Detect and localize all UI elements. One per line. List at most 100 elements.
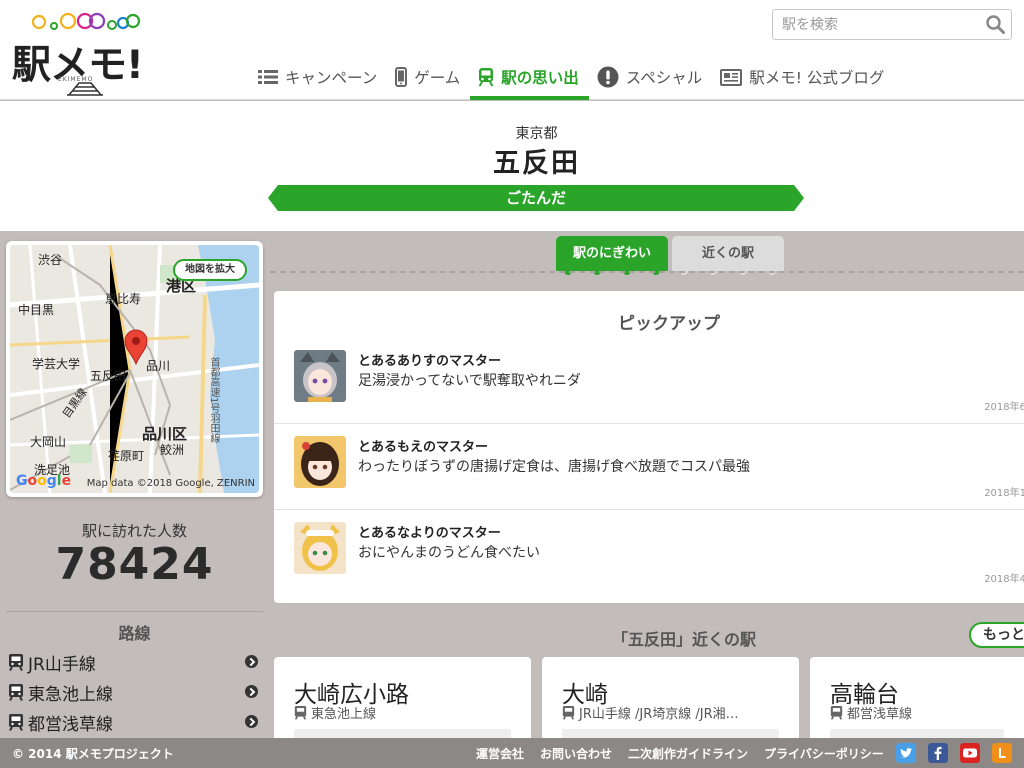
post-date: 2018年6月 [984, 402, 1024, 413]
search-input[interactable] [773, 10, 978, 39]
nearby-station-card[interactable]: 大崎 JR山手線 /JR埼京線 /JR湘… [542, 657, 799, 747]
avatar [294, 522, 346, 574]
map-label-gotanda: 五反田 [90, 369, 127, 383]
visitor-stats: 駅に訪れた人数 78424 [6, 520, 263, 589]
train-icon [562, 706, 575, 720]
map-expand-button[interactable]: 地図を拡大 [173, 259, 247, 281]
rail-strip [270, 271, 1024, 277]
pickup-post[interactable]: とあるなよりのマスター おにやんまのうどん食べたい 2018年4月 [294, 522, 1024, 608]
main-nav: キャンペーン ゲーム 駅の思い出 スペシャル 駅メモ! 公式ブログ [250, 58, 894, 100]
route-label: 都営浅草線 [28, 714, 113, 735]
post-author: とあるありすのマスター [358, 354, 502, 369]
nav-official-blog[interactable]: 駅メモ! 公式ブログ [712, 58, 894, 96]
nearby-station-lines-text: 東急池上線 [311, 707, 377, 722]
nav-label: スペシャル [625, 69, 703, 87]
exclamation-icon [597, 66, 619, 88]
nav-game[interactable]: ゲーム [387, 58, 470, 96]
footer-link-company[interactable]: 運営会社 [476, 745, 524, 762]
nav-special[interactable]: スペシャル [589, 58, 712, 96]
footer-link-fanwork-guideline[interactable]: 二次創作ガイドライン [628, 745, 748, 762]
map-label-samezu: 鮫洲 [160, 443, 185, 457]
train-icon [294, 706, 307, 720]
map-credit: Map data ©2018 Google, ZENRIN [86, 478, 255, 489]
map-label-nakameguro: 中目黒 [18, 303, 55, 317]
visitor-label: 駅に訪れた人数 [81, 522, 187, 540]
footer-link-contact[interactable]: お問い合わせ [540, 745, 612, 762]
map-label-gakugeidaigaku: 学芸大学 [32, 357, 81, 371]
tab-station-activity[interactable]: 駅のにぎわい [556, 236, 668, 275]
site-footer: © 2014 駅メモプロジェクト 運営会社 お問い合わせ 二次創作ガイドライン … [0, 738, 1024, 768]
nearby-station-lines-text: JR山手線 /JR埼京線 /JR湘… [579, 707, 739, 722]
tab-nearby-stations[interactable]: 近くの駅 [672, 236, 784, 275]
map-label-ooka: 大岡山 [30, 435, 67, 449]
routes-title: 路線 [118, 624, 151, 643]
nearby-station-card[interactable]: 大崎広小路 東急池上線 [274, 657, 531, 747]
nav-label: 駅の思い出 [501, 69, 579, 87]
nearby-station-lines-text: 都営浅草線 [847, 707, 913, 722]
chevron-right-icon [245, 655, 258, 668]
map-label-ebara: 荏原町 [108, 449, 145, 463]
post-text: おにやんまのうどん食べたい [358, 545, 540, 561]
character-avatar-icon [294, 522, 346, 574]
train-icon [830, 706, 843, 720]
tab-label: 近くの駅 [701, 246, 754, 261]
site-header: 駅メモ! EKIMEMO キャンペーン [0, 0, 1024, 100]
post-text: わったりぼうずの唐揚げ定食は、唐揚げ食べ放題でコスパ最強 [358, 459, 750, 475]
copyright: © 2014 駅メモプロジェクト [12, 747, 174, 761]
tab-label: 駅のにぎわい [572, 246, 651, 261]
chevron-right-icon [245, 685, 258, 698]
chevron-right-icon [245, 715, 258, 728]
nearby-title: 「五反田」近くの駅 [611, 630, 756, 649]
nav-label: 駅メモ! 公式ブログ [749, 69, 885, 87]
post-date: 2018年1月 [984, 488, 1024, 499]
more-button[interactable]: もっと [969, 622, 1024, 648]
youtube-icon[interactable] [960, 743, 980, 763]
post-text: 足湯浸かってないで駅奪取やれニダ [358, 373, 581, 389]
divider [6, 611, 263, 612]
pickup-title: ピックアップ [618, 314, 720, 334]
visitor-count: 78424 [55, 539, 214, 590]
nearby-station-lines: JR山手線 /JR埼京線 /JR湘… [562, 703, 782, 722]
prefecture-label: 東京都 [515, 126, 558, 142]
list-icon [258, 70, 278, 84]
nearby-station-lines: 東急池上線 [294, 703, 514, 722]
character-avatar-icon [294, 350, 346, 402]
nav-label: ゲーム [414, 69, 461, 87]
map-label-ebisu: 恵比寿 [105, 292, 142, 306]
logo-rings-icon [31, 12, 140, 30]
station-hero: 東京都 五反田 ごたんだ [0, 101, 1024, 231]
route-label: 東急池上線 [28, 684, 113, 705]
train-icon [478, 68, 494, 87]
nav-label: キャンペーン [285, 69, 378, 87]
nav-campaign[interactable]: キャンペーン [250, 58, 387, 96]
route-item[interactable]: 都営浅草線 [8, 709, 260, 735]
train-icon [9, 714, 23, 731]
post-author: とあるなよりのマスター [358, 526, 501, 541]
google-logo: Google [16, 473, 72, 489]
post-author: とあるもえのマスター [358, 440, 489, 455]
nearby-station-card[interactable]: 高輪台 都営浅草線 [810, 657, 1024, 747]
post-divider [274, 423, 1024, 424]
nav-station-memories[interactable]: 駅の思い出 [470, 58, 589, 100]
route-item[interactable]: 東急池上線 [8, 679, 260, 705]
search-box [772, 9, 1012, 40]
route-item[interactable]: JR山手線 [8, 649, 260, 675]
station-map[interactable]: 渋谷 港区 恵比寿 中目黒 学芸大学 五反田 品川 目黒線 品川区 大岡山 荏原… [10, 245, 259, 493]
site-logo[interactable]: 駅メモ! EKIMEMO [10, 8, 160, 96]
facebook-icon[interactable] [928, 743, 948, 763]
twitter-icon[interactable] [896, 743, 916, 763]
search-icon[interactable] [986, 15, 1005, 34]
avatar [294, 350, 346, 402]
footer-link-privacy[interactable]: プライバシーポリシー [764, 745, 884, 762]
newspaper-icon [720, 68, 743, 86]
post-divider [274, 509, 1024, 510]
station-reading: ごたんだ [268, 185, 804, 211]
rails-icon [67, 82, 103, 96]
station-name: 五反田 [493, 148, 580, 179]
map-card: 渋谷 港区 恵比寿 中目黒 学芸大学 五反田 品川 目黒線 品川区 大岡山 荏原… [6, 241, 263, 497]
pickup-panel: ピックアップ とあるありすのマスター 足湯浸かってないで駅奪取やれニダ 2018… [274, 291, 1024, 603]
character-avatar-icon [294, 436, 346, 488]
avatar [294, 436, 346, 488]
map-label-shibuya: 渋谷 [38, 253, 63, 267]
line-icon[interactable] [992, 743, 1012, 763]
